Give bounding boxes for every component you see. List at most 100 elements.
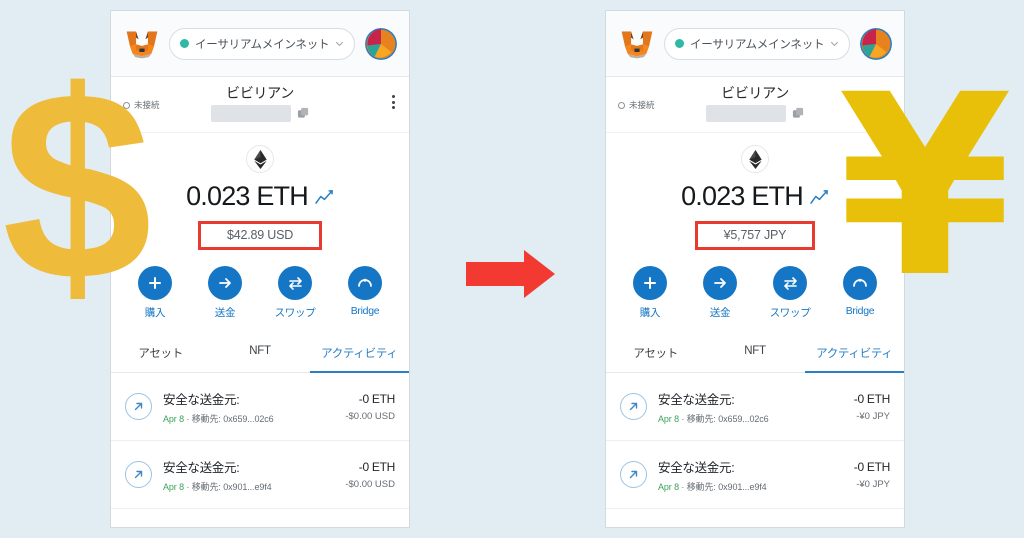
tab-activity[interactable]: アクティビティ [804, 334, 904, 373]
wallet-topbar: イーサリアムメインネット [111, 11, 409, 77]
transaction-amount: -0 ETH [358, 459, 396, 474]
transaction-date: Apr 8 [163, 481, 185, 492]
network-name: イーサリアムメインネット [195, 38, 330, 51]
ethereum-token-badge [741, 145, 769, 173]
action-swap-label: スワップ [274, 307, 316, 319]
transaction-fiat: -$0.00 USD [345, 410, 395, 422]
tab-activity[interactable]: アクティビティ [309, 334, 409, 373]
transaction-amount: -0 ETH [358, 391, 396, 406]
address-redacted-bar [210, 105, 291, 122]
tab-nft[interactable]: NFT [705, 334, 804, 373]
transaction-amount: -0 ETH [853, 391, 891, 406]
wallet-tabs: アセット NFT アクティビティ [606, 334, 904, 373]
account-name[interactable]: ビビリアン [721, 83, 789, 103]
table-row[interactable]: 安全な送金元: Apr 8 · 移動先: 0x659...02c6 -0 ETH… [111, 373, 409, 441]
ethereum-logo [253, 149, 267, 169]
transaction-date: Apr 8 [658, 481, 680, 492]
fiat-balance: ¥5,757 JPY [723, 228, 787, 242]
transaction-info: 安全な送金元: Apr 8 · 移動先: 0x659...02c6 [658, 389, 843, 425]
transaction-info: 安全な送金元: Apr 8 · 移動先: 0x659...02c6 [163, 389, 334, 425]
swap-arrows-icon [278, 266, 312, 300]
table-row[interactable]: 安全な送金元: Apr 8 · 移動先: 0x659...02c6 -0 ETH… [606, 373, 904, 441]
fiat-balance-highlight: ¥5,757 JPY [694, 221, 816, 250]
account-name[interactable]: ビビリアン [226, 83, 294, 103]
transaction-values: -0 ETH -$0.00 USD [345, 460, 395, 490]
transaction-values: -0 ETH -¥0 JPY [853, 391, 891, 422]
transaction-subtitle: Apr 8 · 移動先: 0x659...02c6 [163, 412, 334, 425]
line-chart-icon[interactable] [315, 189, 334, 205]
network-status-dot [180, 39, 189, 48]
account-address[interactable] [705, 105, 805, 122]
arrow-up-right-icon [125, 461, 152, 488]
swap-arrows-icon [773, 266, 807, 300]
transaction-title: 安全な送金元: [658, 460, 735, 475]
tab-assets[interactable]: アセット [111, 334, 210, 373]
ethereum-logo [748, 149, 762, 169]
chevron-down-icon [336, 41, 344, 47]
action-swap-label: スワップ [769, 307, 811, 319]
table-row[interactable]: 安全な送金元: Apr 8 · 移動先: 0x901...e9f4 -0 ETH… [111, 441, 409, 509]
account-identity: ビビリアン [111, 83, 409, 122]
network-status-dot [675, 39, 684, 48]
transaction-info: 安全な送金元: Apr 8 · 移動先: 0x901...e9f4 [163, 457, 334, 493]
balance-amount-row: 0.023 ETH [186, 181, 334, 212]
network-selector[interactable]: イーサリアムメインネット [664, 27, 851, 60]
action-swap[interactable]: スワップ [273, 266, 317, 320]
fiat-balance-highlight: $42.89 USD [197, 221, 323, 250]
action-send[interactable]: 送金 [203, 266, 247, 320]
tab-nft[interactable]: NFT [210, 334, 309, 373]
arrow-right-icon [208, 266, 242, 300]
action-send[interactable]: 送金 [698, 266, 742, 320]
account-options-menu[interactable] [392, 95, 395, 109]
arrow-up-right-icon [620, 393, 647, 420]
line-chart-icon[interactable] [810, 189, 829, 205]
action-buy[interactable]: 購入 [628, 266, 672, 320]
action-buy-label: 購入 [639, 307, 661, 319]
transaction-fiat: -¥0 JPY [856, 410, 890, 422]
arrow-up-right-icon [125, 393, 152, 420]
transaction-subtitle: Apr 8 · 移動先: 0x659...02c6 [658, 412, 843, 425]
network-selector[interactable]: イーサリアムメインネット [169, 27, 356, 60]
action-bridge-label: Bridge [350, 305, 380, 317]
wallet-tabs: アセット NFT アクティビティ [111, 334, 409, 373]
transaction-values: -0 ETH -¥0 JPY [853, 459, 891, 490]
transaction-detail: 移動先: 0x659...02c6 [686, 413, 769, 424]
account-address[interactable] [210, 105, 310, 122]
balance-block: 0.023 ETH $42.89 USD [111, 133, 409, 254]
transaction-detail: 移動先: 0x901...e9f4 [686, 481, 767, 492]
tab-assets[interactable]: アセット [606, 334, 705, 373]
account-avatar[interactable] [365, 27, 398, 60]
action-send-label: 送金 [709, 307, 731, 319]
balance-amount: 0.023 ETH [186, 181, 309, 211]
network-name: イーサリアムメインネット [690, 38, 825, 51]
bridge-arc-icon [348, 266, 382, 300]
transaction-subtitle: Apr 8 · 移動先: 0x901...e9f4 [658, 480, 843, 493]
action-swap[interactable]: スワップ [768, 266, 812, 320]
arrow-up-right-icon [620, 461, 647, 488]
transaction-fiat: -$0.00 USD [345, 478, 395, 490]
copy-icon[interactable] [297, 107, 310, 120]
wallet-panel-before: イーサリアムメインネット 未接続 ビビリアン 0.023 ETH $42.89 … [110, 10, 410, 528]
ethereum-token-badge [246, 145, 274, 173]
transaction-date: Apr 8 [658, 413, 680, 424]
account-row: 未接続 ビビリアン [111, 77, 409, 133]
transaction-title: 安全な送金元: [163, 392, 240, 407]
transaction-detail: 移動先: 0x659...02c6 [191, 413, 274, 424]
table-row[interactable]: 安全な送金元: Apr 8 · 移動先: 0x901...e9f4 -0 ETH… [606, 441, 904, 509]
transaction-amount: -0 ETH [853, 459, 891, 474]
transaction-info: 安全な送金元: Apr 8 · 移動先: 0x901...e9f4 [658, 457, 843, 493]
balance-amount: 0.023 ETH [681, 181, 804, 211]
action-buttons: 購入 送金 スワップ Bridge [111, 254, 409, 334]
transaction-list: 安全な送金元: Apr 8 · 移動先: 0x659...02c6 -0 ETH… [111, 373, 409, 527]
transaction-title: 安全な送金元: [658, 392, 735, 407]
fiat-balance: $42.89 USD [226, 228, 294, 242]
yen-sign-overlay: ¥ [838, 41, 1012, 332]
transaction-values: -0 ETH -$0.00 USD [345, 392, 395, 422]
balance-amount-row: 0.023 ETH [681, 181, 829, 212]
copy-icon[interactable] [792, 107, 805, 120]
dollar-sign-overlay: $ [2, 36, 153, 337]
address-redacted-bar [705, 105, 786, 122]
action-bridge[interactable]: Bridge [343, 266, 387, 320]
metamask-fox-logo [621, 31, 653, 59]
transaction-list: 安全な送金元: Apr 8 · 移動先: 0x659...02c6 -0 ETH… [606, 373, 904, 527]
